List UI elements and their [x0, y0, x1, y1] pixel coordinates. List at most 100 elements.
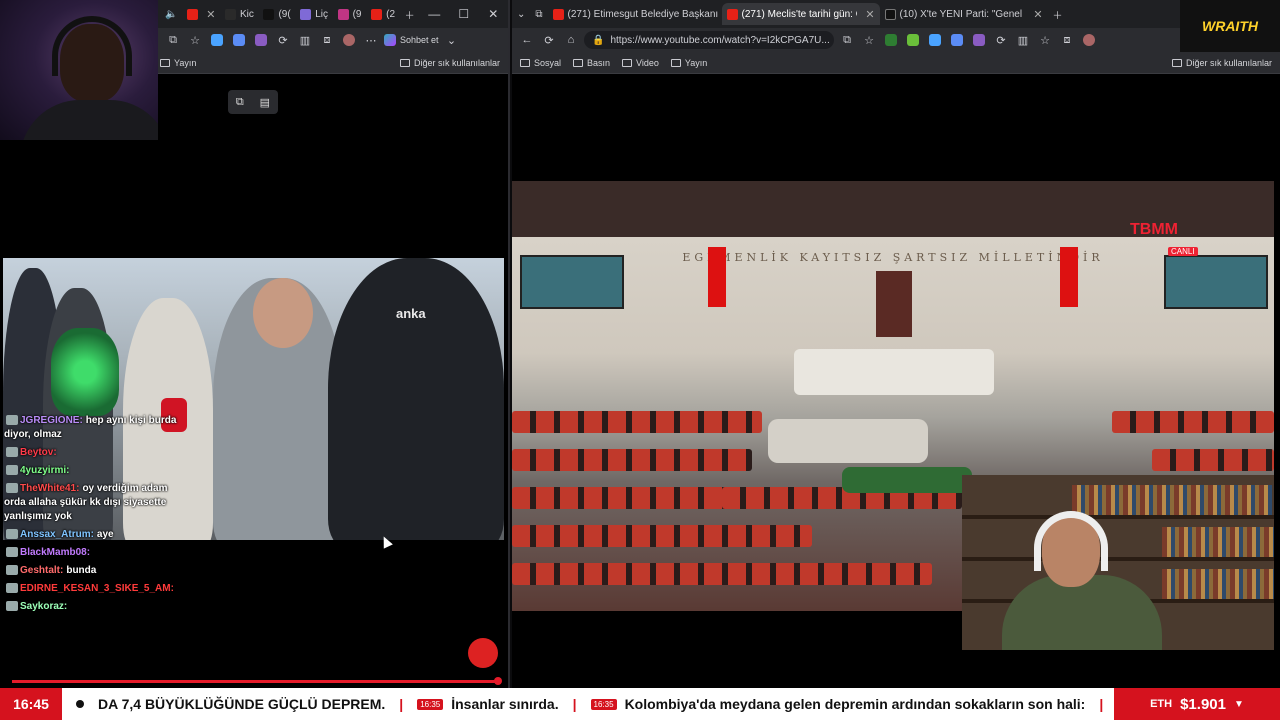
chat-username[interactable]: Anssax_Atrum: [20, 529, 94, 540]
badge-icon [6, 415, 18, 426]
ticker-timestamp: 16:35 [417, 698, 444, 710]
profile-avatar[interactable] [340, 31, 358, 49]
bookmark-folder-yayin[interactable]: Yayın [160, 58, 196, 68]
headphones [1034, 511, 1108, 571]
new-tab-button[interactable]: ＋ [1048, 3, 1068, 25]
back-icon[interactable]: ← [518, 31, 536, 49]
chat-message: BlackMamb08: [4, 546, 184, 560]
streamer-webcam [0, 0, 158, 140]
video-wall-screen [1164, 255, 1268, 309]
sidebar-icon[interactable]: ▥ [1014, 31, 1032, 49]
close-tab-icon[interactable]: ✕ [1033, 8, 1042, 21]
new-tab-button[interactable]: ＋ [400, 3, 420, 25]
badge-icon [6, 565, 18, 576]
extension-icon[interactable] [208, 31, 226, 49]
folder-icon [520, 58, 530, 67]
mute-tab-icon[interactable]: 🔈 [160, 3, 182, 25]
favorites-icon[interactable]: ☆ [1036, 31, 1054, 49]
notes-icon[interactable]: ▤ [260, 96, 270, 109]
bookmark-folder-other[interactable]: Diğer sık kullanılanlar [1171, 58, 1272, 68]
close-window-button[interactable]: ✕ [479, 7, 509, 21]
chat-overlay: JGREGIONE: hep aynı kişi burda diyor, olm… [4, 414, 184, 618]
extension-icon[interactable] [926, 31, 944, 49]
wraith-logo: WRAITH [1180, 0, 1280, 52]
progress-scrubber[interactable] [494, 677, 502, 685]
bookmark-folder[interactable]: Yayın [670, 58, 707, 68]
bookmark-label: Yayın [174, 57, 197, 68]
left-tab-2[interactable]: Liç [295, 3, 332, 25]
bookmark-folder[interactable]: Basın [573, 58, 610, 68]
eth-price-widget: ETH $1.901 ▼ [1114, 688, 1280, 720]
tab-label: (271) Etimesgut Belediye Başkanı [567, 8, 719, 20]
translate-icon[interactable] [948, 31, 966, 49]
eth-label: ETH [1150, 698, 1173, 710]
tab-label: (10) X'te YENİ Parti: "Genel Başkan [899, 8, 1026, 20]
youtube-tab-icon[interactable]: ✕ [182, 3, 220, 25]
maximize-button[interactable]: ☐ [449, 7, 479, 21]
chat-button[interactable]: Sohbet et [384, 34, 439, 46]
youtube-icon [552, 8, 564, 20]
close-tab-icon[interactable]: ✕ [865, 8, 874, 21]
right-tab-2[interactable]: (10) X'te YENİ Parti: "Genel Başkan ✕ [880, 3, 1048, 25]
split-screen-icon[interactable]: ⧉ [164, 31, 182, 49]
left-tab-3[interactable]: (9 [333, 3, 367, 25]
left-tab-1[interactable]: (9( [258, 3, 295, 25]
bookshelf [1162, 569, 1274, 599]
workspaces-icon[interactable]: ⧉ [530, 3, 547, 25]
chat-username[interactable]: 4yuzyirmi: [20, 465, 69, 476]
split-screen-icon[interactable]: ⧉ [838, 31, 856, 49]
bookshelf [962, 557, 1274, 561]
bookshelf [1072, 485, 1272, 515]
translate-icon[interactable] [230, 31, 248, 49]
favorite-star-icon[interactable]: ☆ [860, 31, 878, 49]
sidebar-icon[interactable]: ▥ [296, 31, 314, 49]
video-progress-bar[interactable] [12, 680, 498, 683]
down-arrow-icon: ▼ [1233, 698, 1244, 710]
badge-icon [6, 465, 18, 476]
tab-list-chevron-icon[interactable]: ⌄ [512, 3, 530, 25]
chat-username[interactable]: Geshtalt: [20, 565, 63, 576]
more-menu-icon[interactable]: ⋯ [362, 31, 380, 49]
bookmark-folder-other[interactable]: Diğer sık kullanılanlar [399, 58, 500, 68]
seat-row [1112, 411, 1274, 433]
left-tab-0[interactable]: Kic [220, 3, 258, 25]
chat-username[interactable]: EDIRNE_KESAN_3_SIKE_5_AM: [20, 583, 174, 594]
extension-icon[interactable] [882, 31, 900, 49]
extension-s-icon[interactable] [252, 31, 270, 49]
extension-icon[interactable] [904, 31, 922, 49]
extension-s-icon[interactable] [970, 31, 988, 49]
bookmark-folder[interactable]: Video [622, 58, 659, 68]
right-tab-1[interactable]: (271) Meclis'te tarihi gün: Çen ✕ [721, 3, 880, 25]
home-icon[interactable]: ⌂ [562, 31, 580, 49]
picture-in-picture-icon[interactable]: ⧉ [236, 96, 244, 109]
bookshelf [962, 515, 1274, 519]
chat-username[interactable]: TheWhite41: [20, 483, 79, 494]
folder-icon [1171, 58, 1182, 67]
refresh-extension-icon[interactable]: ⟳ [274, 31, 292, 49]
collections-icon[interactable]: ⧈ [318, 31, 336, 49]
profile-avatar[interactable] [1080, 31, 1098, 49]
green-emote-overlay [51, 328, 119, 416]
collections-icon[interactable]: ⧈ [1058, 31, 1076, 49]
video-overlay-buttons: ⧉ ▤ [228, 90, 278, 114]
right-tab-0[interactable]: (271) Etimesgut Belediye Başkanı✕ [548, 3, 722, 25]
chat-username[interactable]: Beytov: [20, 447, 57, 458]
bookmark-folder[interactable]: Sosyal [520, 58, 561, 68]
close-tab-icon[interactable]: ✕ [206, 8, 215, 21]
bullet-icon [76, 700, 84, 708]
tab-favicon [225, 8, 237, 20]
host-body [1002, 575, 1162, 650]
x-logo-icon [884, 8, 896, 20]
chat-message: Beytov: [4, 446, 184, 460]
minimize-button[interactable]: — [419, 7, 449, 21]
chat-username[interactable]: BlackMamb08: [20, 547, 90, 558]
chevron-down-icon[interactable]: ⌄ [443, 31, 461, 49]
refresh-extension-icon[interactable]: ⟳ [992, 31, 1010, 49]
chat-username[interactable]: Saykoraz: [20, 601, 67, 612]
address-bar[interactable]: 🔒 https://www.youtube.com/watch?v=I2kCPG… [584, 31, 834, 49]
tab-label: Kic [240, 8, 254, 20]
favorite-star-icon[interactable]: ☆ [186, 31, 204, 49]
chat-username[interactable]: JGREGIONE: [20, 415, 83, 426]
reload-icon[interactable]: ⟳ [540, 31, 558, 49]
left-tab-4[interactable]: (2 [366, 3, 400, 25]
